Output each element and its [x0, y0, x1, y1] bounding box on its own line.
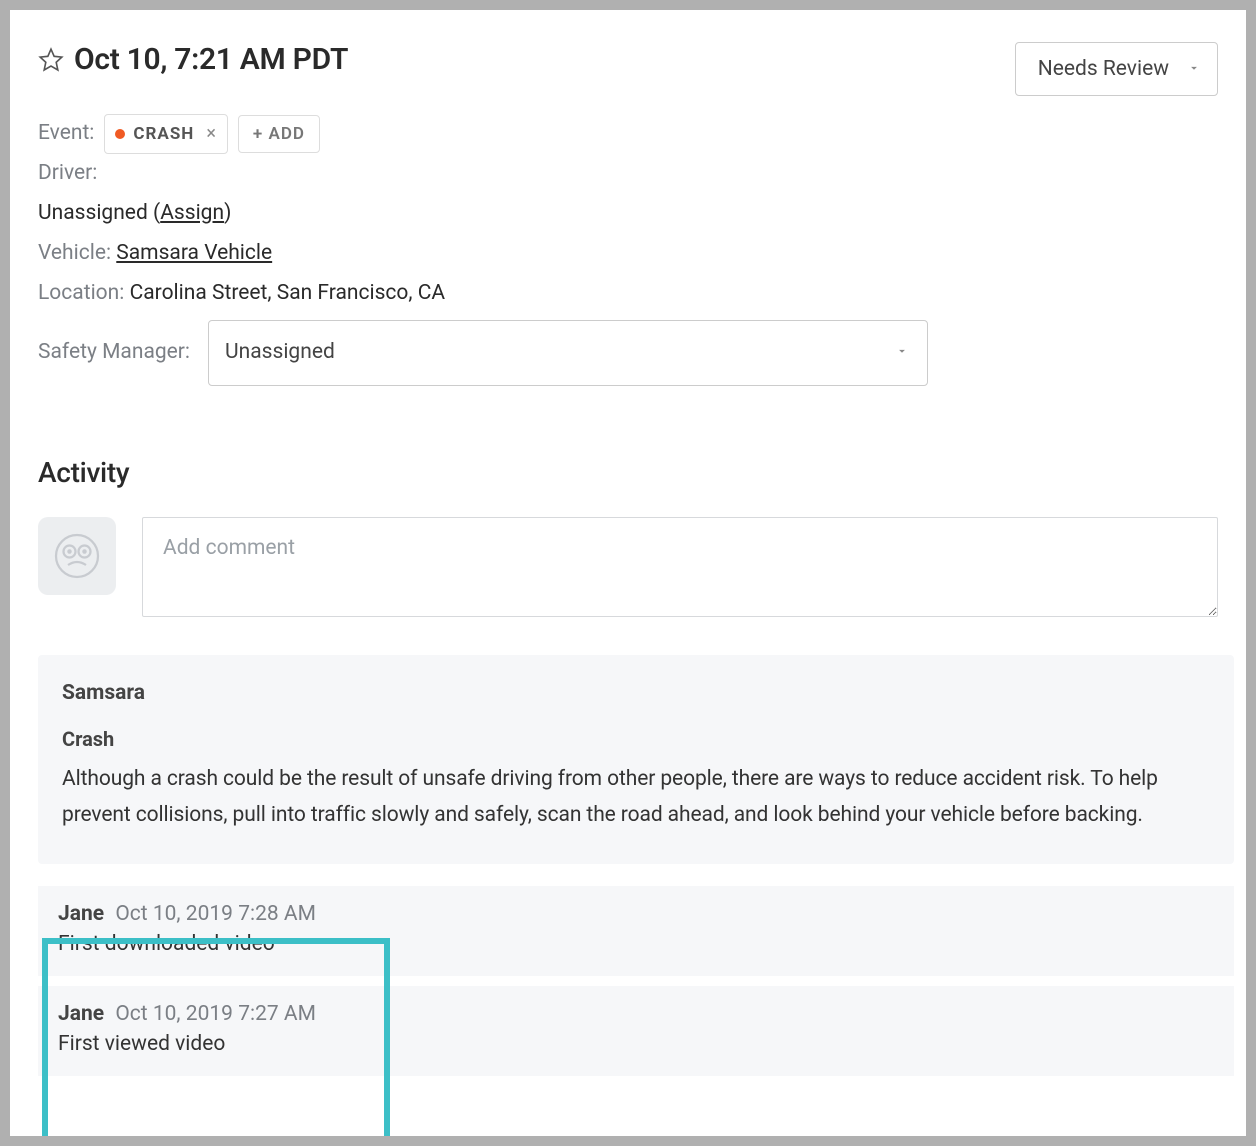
vehicle-label: Vehicle: — [38, 241, 111, 265]
safety-manager-dropdown[interactable]: Unassigned — [208, 320, 928, 386]
log-entry: Jane Oct 10, 2019 7:27 AM First viewed v… — [38, 986, 1234, 1076]
add-event-button[interactable]: + ADD — [238, 115, 320, 153]
log-user: Jane — [58, 1002, 104, 1026]
safety-manager-value: Unassigned — [225, 340, 335, 364]
log-entry: Jane Oct 10, 2019 7:28 AM First download… — [38, 886, 1234, 976]
location-label: Location: — [38, 281, 124, 305]
event-tag-crash[interactable]: CRASH × — [104, 114, 228, 154]
log-user: Jane — [58, 902, 104, 926]
info-body: Although a crash could be the result of … — [62, 761, 1210, 835]
activity-heading: Activity — [38, 456, 1218, 489]
assign-driver-link[interactable]: Assign — [160, 201, 224, 225]
page-title: Oct 10, 7:21 AM PDT — [74, 42, 348, 77]
log-time: Oct 10, 2019 7:27 AM — [115, 1002, 316, 1026]
safety-manager-label: Safety Manager: — [38, 333, 190, 373]
event-tag-text: CRASH — [133, 118, 194, 150]
status-dropdown[interactable]: Needs Review — [1015, 42, 1218, 96]
log-time: Oct 10, 2019 7:28 AM — [115, 902, 316, 926]
chevron-down-icon — [895, 333, 909, 373]
log-action: First viewed video — [58, 1032, 1214, 1056]
event-label: Event: — [38, 114, 94, 154]
chevron-down-icon — [1187, 57, 1201, 81]
remove-tag-icon[interactable]: × — [206, 117, 217, 151]
driver-value: Unassigned — [38, 201, 148, 225]
log-action: First downloaded video — [58, 932, 1214, 956]
info-author: Samsara — [62, 681, 1210, 705]
vehicle-link[interactable]: Samsara Vehicle — [116, 241, 272, 265]
info-panel: Samsara Crash Although a crash could be … — [38, 655, 1234, 865]
location-value: Carolina Street, San Francisco, CA — [130, 281, 446, 305]
info-subtitle: Crash — [62, 727, 1210, 751]
avatar — [38, 517, 116, 595]
driver-label: Driver: — [38, 161, 97, 185]
dot-icon — [115, 129, 125, 139]
status-label: Needs Review — [1038, 57, 1169, 81]
comment-input[interactable] — [142, 517, 1218, 617]
star-icon[interactable] — [38, 47, 64, 73]
